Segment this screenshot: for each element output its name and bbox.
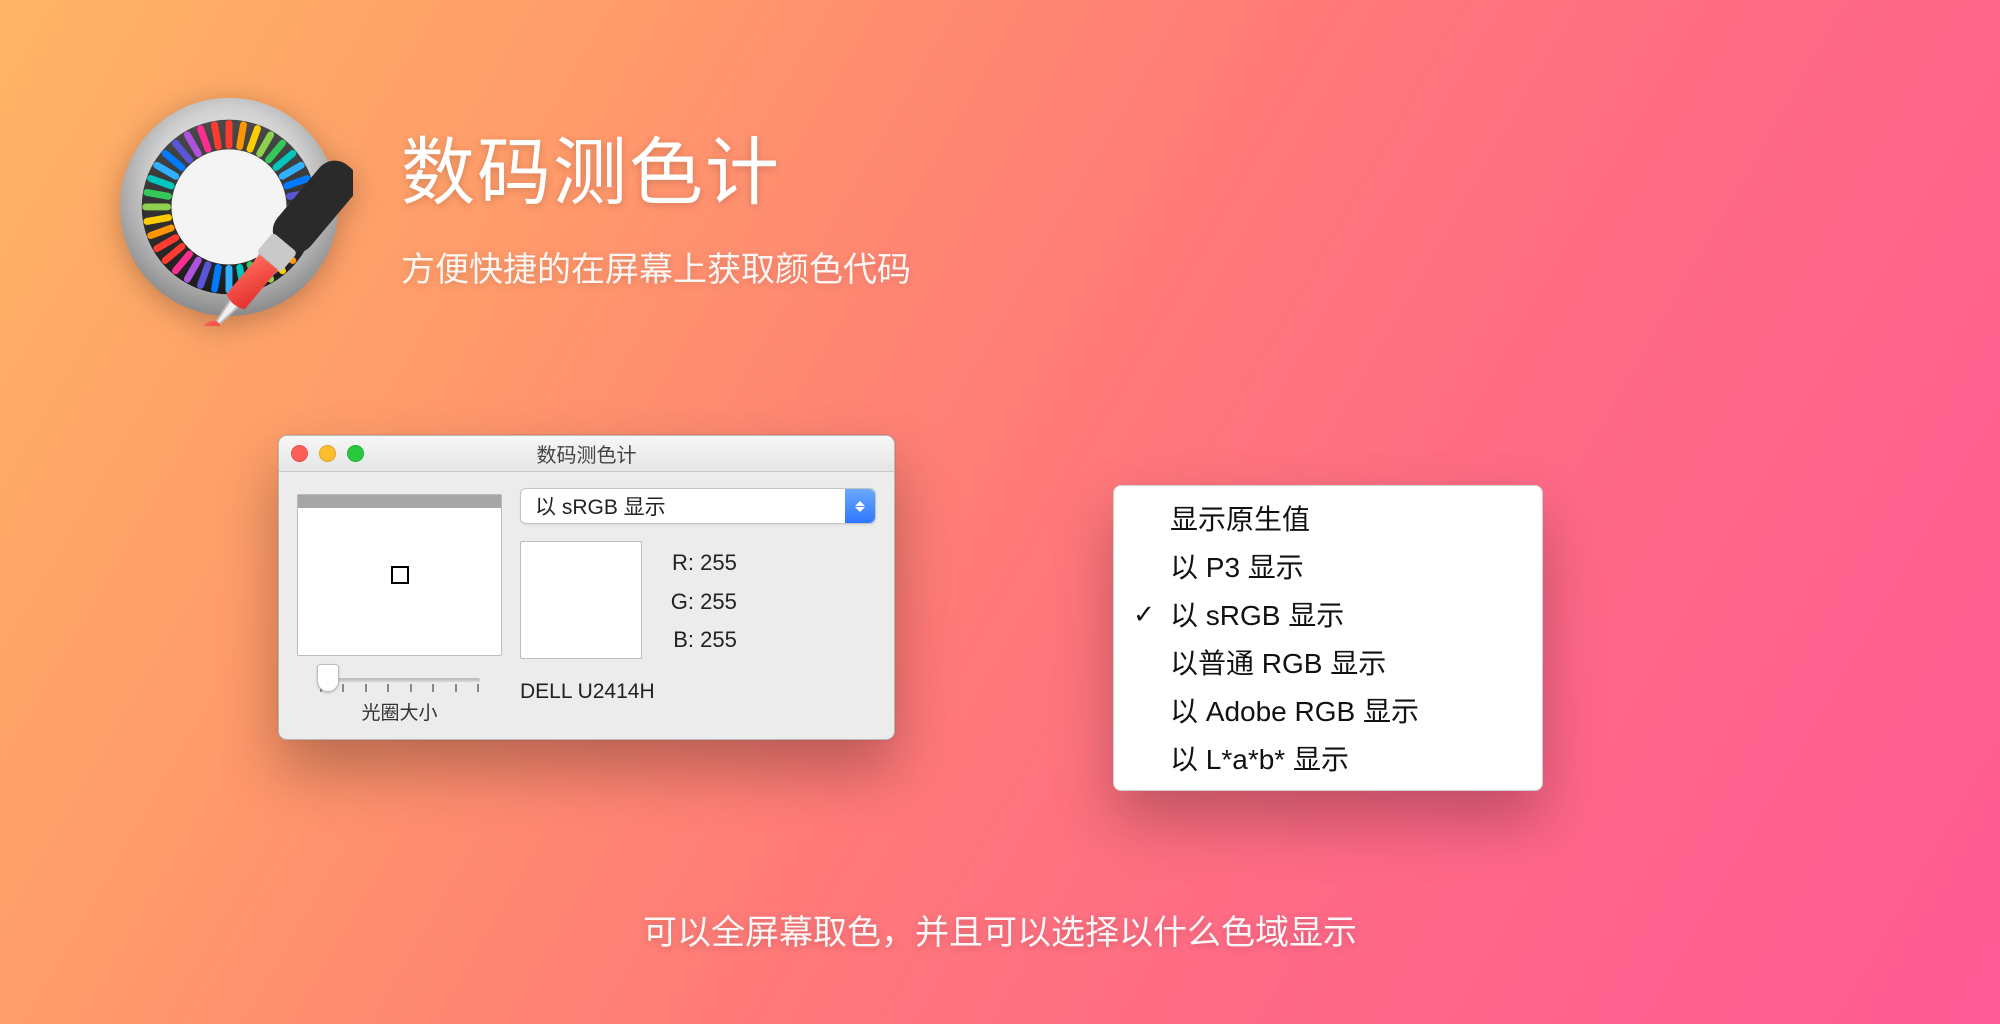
aperture-slider-label: 光圈大小 (361, 698, 437, 725)
b-value: 255 (700, 627, 737, 652)
r-label: R: (666, 544, 694, 583)
aperture-slider[interactable] (320, 678, 480, 682)
menu-item-0[interactable]: ✓显示原生值 (1114, 494, 1542, 542)
g-label: G: (666, 583, 694, 622)
menu-item-label: 以 P3 显示 (1170, 546, 1304, 586)
slider-thumb[interactable] (317, 664, 339, 692)
close-button[interactable] (291, 445, 308, 462)
menu-item-label: 以 L*a*b* 显示 (1170, 738, 1349, 778)
b-row: B: 255 (666, 621, 737, 660)
r-value: 255 (700, 550, 737, 575)
menu-item-label: 以 sRGB 显示 (1170, 594, 1344, 634)
dropdown-value: 以 sRGB 显示 (535, 491, 666, 521)
hero-section: 数码测色计 方便快捷的在屏幕上获取颜色代码 (105, 78, 911, 326)
g-value: 255 (700, 589, 737, 614)
app-icon (105, 78, 353, 326)
checkmark-icon: ✓ (1132, 599, 1156, 630)
colorspace-menu: ✓显示原生值✓以 P3 显示 ✓ 以 sRGB 显示✓以普通 RGB 显示✓以 Ad… (1113, 485, 1543, 791)
hero-text: 数码测色计 方便快捷的在屏幕上获取颜色代码 (401, 113, 911, 291)
g-row: G: 255 (666, 583, 737, 622)
magnifier-preview (297, 494, 502, 656)
minimize-button[interactable] (319, 445, 336, 462)
slider-ticks (320, 684, 480, 692)
menu-item-2[interactable]: ✓ 以 sRGB 显示 (1114, 590, 1542, 638)
menu-item-label: 以普通 RGB 显示 (1170, 642, 1386, 682)
menu-item-3[interactable]: ✓以普通 RGB 显示 (1114, 638, 1542, 686)
display-name: DELL U2414H (520, 680, 876, 704)
traffic-lights (291, 445, 364, 462)
menu-item-1[interactable]: ✓以 P3 显示 (1114, 542, 1542, 590)
aperture-indicator (391, 566, 409, 584)
rgb-readout: R: 255 G: 255 B: 255 (666, 544, 737, 660)
menu-item-4[interactable]: ✓以 Adobe RGB 显示 (1114, 686, 1542, 734)
chevron-updown-icon (845, 489, 875, 523)
swatch-row: R: 255 G: 255 B: 255 (520, 540, 876, 660)
left-column: 光圈大小 (297, 488, 502, 725)
aperture-slider-group: 光圈大小 (297, 670, 502, 725)
b-label: B: (666, 621, 694, 660)
r-row: R: 255 (666, 544, 737, 583)
menu-item-5[interactable]: ✓以 L*a*b* 显示 (1114, 734, 1542, 782)
menu-item-label: 显示原生值 (1170, 498, 1310, 538)
preview-shade (298, 495, 501, 508)
colorspace-dropdown[interactable]: 以 sRGB 显示 (520, 488, 876, 524)
hero-subtitle: 方便快捷的在屏幕上获取颜色代码 (401, 242, 911, 291)
menu-item-label: 以 Adobe RGB 显示 (1170, 690, 1419, 730)
window-titlebar[interactable]: 数码测色计 (279, 436, 894, 472)
right-column: 以 sRGB 显示 R: 255 G: 255 B: 255 (520, 488, 876, 725)
zoom-button[interactable] (347, 445, 364, 462)
window-body: 光圈大小 以 sRGB 显示 R: 255 G: 255 (279, 472, 894, 739)
window-title: 数码测色计 (537, 439, 637, 468)
color-meter-window: 数码测色计 光圈大小 以 sRGB 显示 (278, 435, 895, 740)
color-swatch (520, 541, 642, 659)
hero-title: 数码测色计 (401, 113, 911, 220)
footer-caption: 可以全屏幕取色，并且可以选择以什么色域显示 (0, 905, 2000, 954)
